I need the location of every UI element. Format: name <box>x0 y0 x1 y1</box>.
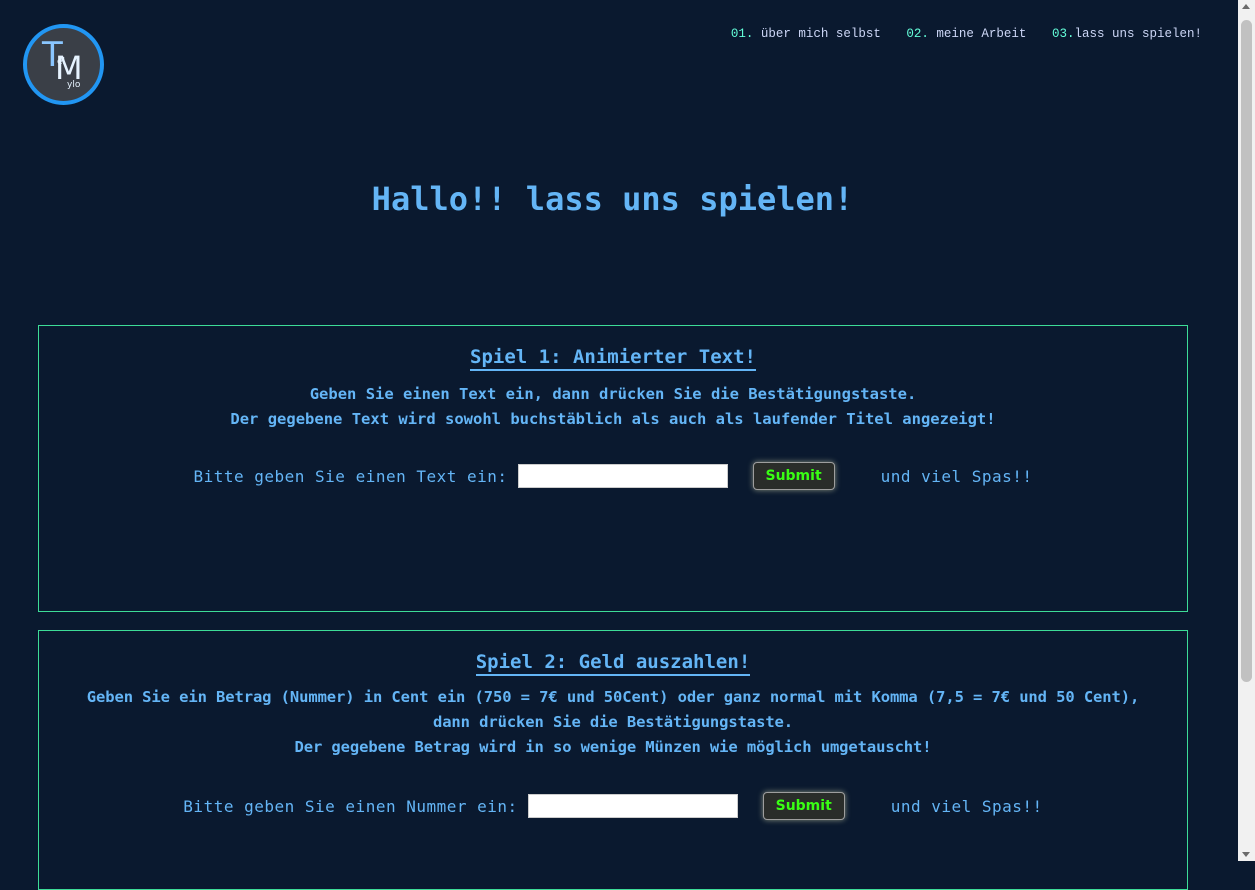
game1-title-text: Spiel 1: Animierter Text! <box>470 346 756 371</box>
scroll-up-icon[interactable] <box>1242 4 1250 9</box>
page-scrollbar[interactable] <box>1238 0 1255 861</box>
logo-small-text-top: el <box>57 57 66 67</box>
site-logo[interactable]: T M el ylo <box>23 24 104 105</box>
game2-description: Geben Sie ein Betrag (Nummer) in Cent ei… <box>39 685 1187 760</box>
game1-suffix-text: und viel Spas!! <box>880 466 1033 486</box>
game2-suffix-text: und viel Spas!! <box>890 796 1043 816</box>
nav-item-about[interactable]: 01. über mich selbst <box>731 27 881 41</box>
nav-item-work[interactable]: 02. meine Arbeit <box>906 27 1026 41</box>
game2-title-text: Spiel 2: Geld auszahlen! <box>475 651 751 676</box>
game1-section: Spiel 1: Animierter Text! Geben Sie eine… <box>38 325 1188 612</box>
page-title: Hallo!! lass uns spielen! <box>371 180 854 218</box>
game1-desc-line2: Der gegebene Text wird sowohl buchstäbli… <box>230 410 996 428</box>
game2-submit-button[interactable]: Submit <box>762 792 845 820</box>
game2-desc-line3: Der gegebene Betrag wird in so wenige Mü… <box>294 738 932 756</box>
nav-number: 02. <box>906 27 929 41</box>
nav-item-play[interactable]: 03.lass uns spielen! <box>1052 27 1202 41</box>
game2-section: Spiel 2: Geld auszahlen! Geben Sie ein B… <box>38 630 1188 890</box>
scroll-down-icon[interactable] <box>1242 852 1250 857</box>
game2-form: Bitte geben Sie einen Nummer ein: Submit… <box>39 792 1187 820</box>
game1-submit-button[interactable]: Submit <box>752 462 835 490</box>
game1-description: Geben Sie einen Text ein, dann drücken S… <box>39 382 1187 432</box>
logo-small-text-bottom: ylo <box>67 80 81 90</box>
game2-desc-line1: Geben Sie ein Betrag (Nummer) in Cent ei… <box>86 688 1140 706</box>
main-nav: 01. über mich selbst 02. meine Arbeit 03… <box>713 27 1202 41</box>
game2-desc-line2: dann drücken Sie die Bestätigungstaste. <box>432 713 794 731</box>
game1-text-input[interactable] <box>517 464 728 488</box>
nav-label: über mich selbst <box>760 27 881 41</box>
nav-label: meine Arbeit <box>936 27 1027 41</box>
game1-prompt-label: Bitte geben Sie einen Text ein: <box>193 466 508 486</box>
nav-number: 03. <box>1051 27 1075 41</box>
game1-form: Bitte geben Sie einen Text ein: Submit u… <box>39 462 1187 490</box>
game2-number-input[interactable] <box>527 794 738 818</box>
nav-label: lass uns spielen! <box>1074 27 1202 41</box>
game1-title: Spiel 1: Animierter Text! <box>39 346 1187 371</box>
game2-prompt-label: Bitte geben Sie einen Nummer ein: <box>183 796 518 816</box>
nav-number: 01. <box>730 27 754 41</box>
scroll-thumb[interactable] <box>1241 20 1252 682</box>
game1-desc-line1: Geben Sie einen Text ein, dann drücken S… <box>309 385 917 403</box>
game2-title: Spiel 2: Geld auszahlen! <box>39 651 1187 676</box>
